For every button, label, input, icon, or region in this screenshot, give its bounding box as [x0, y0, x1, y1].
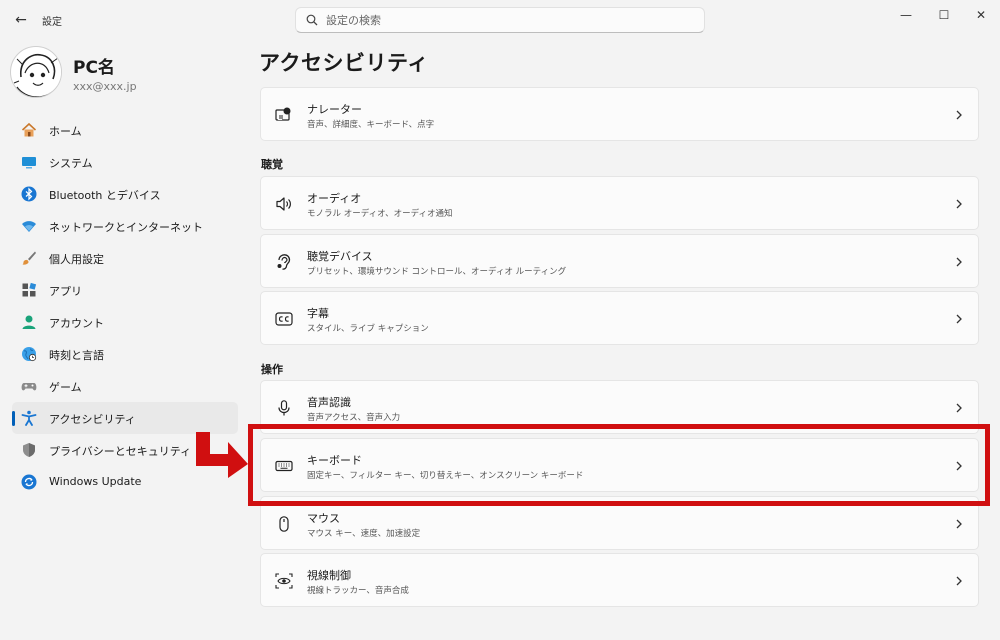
card-subtitle: 音声アクセス、音声入力: [307, 413, 401, 423]
card-subtitle: プリセット、環境サウンド コントロール、オーディオ ルーティング: [307, 267, 567, 277]
system-icon: [22, 157, 36, 169]
card-title: 音声認識: [307, 396, 351, 409]
card-title: キーボード: [307, 454, 362, 467]
wifi-icon: [22, 221, 36, 232]
sidebar-item-label: システム: [49, 157, 93, 170]
app-title: 設定: [42, 17, 62, 28]
home-icon: [21, 122, 37, 137]
chevron-right-icon: [956, 403, 962, 413]
chevron-right-icon: [956, 257, 962, 267]
sidebar-item-label: Windows Update: [49, 475, 142, 488]
gamepad-icon: [21, 383, 37, 391]
card-narrator[interactable]: ナレーター 音声、詳細度、キーボード、点字: [260, 87, 979, 141]
card-title: ナレーター: [307, 103, 362, 116]
card-title: マウス: [307, 512, 340, 525]
sidebar-item-time-language[interactable]: 時刻と言語: [12, 338, 238, 370]
card-eye-control[interactable]: 視線制御 視線トラッカー、音声合成: [260, 553, 979, 607]
chevron-right-icon: [956, 199, 962, 209]
profile-email: xxx@xxx.jp: [73, 80, 137, 93]
narrator-icon: [275, 107, 291, 121]
card-hearing-devices[interactable]: 聴覚デバイス プリセット、環境サウンド コントロール、オーディオ ルーティング: [260, 234, 979, 288]
annotation-arrow-icon: [196, 432, 248, 478]
sidebar-item-label: アカウント: [49, 317, 104, 330]
sidebar-item-label: ホーム: [49, 125, 82, 138]
section-header-interaction: 操作: [261, 363, 283, 376]
sidebar-item-personalization[interactable]: 個人用設定: [12, 242, 238, 274]
account-icon: [22, 315, 36, 329]
profile-name: PC名: [73, 58, 115, 78]
card-subtitle: 音声、詳細度、キーボード、点字: [307, 120, 435, 130]
sidebar-item-accessibility[interactable]: アクセシビリティ: [12, 402, 238, 434]
sidebar-item-apps[interactable]: アプリ: [12, 274, 238, 306]
card-title: 字幕: [307, 307, 329, 320]
chevron-right-icon: [956, 519, 962, 529]
card-mouse[interactable]: マウス マウス キー、速度、加速設定: [260, 496, 979, 550]
close-button[interactable]: ✕: [962, 4, 1000, 26]
card-subtitle: 固定キー、フィルター キー、切り替えキー、オンスクリーン キーボード: [307, 471, 584, 481]
mouse-icon: [279, 516, 289, 532]
back-button[interactable]: ←: [10, 10, 32, 30]
sidebar-item-label: アプリ: [49, 285, 82, 298]
bluetooth-icon: [21, 186, 37, 202]
globe-icon: [22, 347, 37, 362]
section-header-hearing: 聴覚: [261, 158, 283, 171]
search-icon: [306, 14, 318, 26]
card-subtitle: 視線トラッカー、音声合成: [307, 586, 409, 596]
card-title: 視線制御: [307, 569, 351, 582]
keyboard-icon: [275, 460, 293, 472]
chevron-right-icon: [956, 314, 962, 324]
sidebar-item-accounts[interactable]: アカウント: [12, 306, 238, 338]
minimize-button[interactable]: —: [887, 4, 925, 26]
card-subtitle: モノラル オーディオ、オーディオ通知: [307, 209, 453, 219]
ear-icon: [277, 254, 291, 270]
sidebar-item-system[interactable]: システム: [12, 146, 238, 178]
shield-icon: [23, 443, 35, 457]
sidebar-item-home[interactable]: ホーム: [12, 114, 238, 146]
update-icon: [21, 474, 37, 490]
card-captions[interactable]: 字幕 スタイル、ライブ キャプション: [260, 291, 979, 345]
card-subtitle: マウス キー、速度、加速設定: [307, 529, 421, 539]
sidebar-item-label: アクセシビリティ: [49, 413, 136, 426]
page-title: アクセシビリティ: [259, 51, 429, 75]
card-title: 聴覚デバイス: [307, 250, 373, 263]
active-indicator: [12, 411, 15, 426]
chevron-right-icon: [956, 110, 962, 120]
card-keyboard[interactable]: キーボード 固定キー、フィルター キー、切り替えキー、オンスクリーン キーボード: [260, 438, 979, 492]
sidebar-item-bluetooth[interactable]: Bluetooth とデバイス: [12, 178, 238, 210]
sidebar-item-label: プライバシーとセキュリティ: [49, 445, 192, 458]
card-subtitle: スタイル、ライブ キャプション: [307, 324, 429, 334]
title-bar: ← 設定 — ☐ ✕: [0, 0, 1000, 40]
search-input[interactable]: [326, 12, 686, 29]
sidebar-item-label: ネットワークとインターネット: [49, 221, 203, 234]
apps-icon: [22, 282, 37, 297]
sidebar-item-label: ゲーム: [49, 381, 82, 394]
speaker-icon: [276, 197, 291, 211]
chevron-right-icon: [956, 576, 962, 586]
card-audio[interactable]: オーディオ モノラル オーディオ、オーディオ通知: [260, 176, 979, 230]
sidebar-item-gaming[interactable]: ゲーム: [12, 370, 238, 402]
chevron-right-icon: [956, 461, 962, 471]
avatar-sketch-image: [12, 48, 61, 97]
eye-control-icon: [275, 573, 293, 589]
sidebar-item-label: 時刻と言語: [49, 349, 104, 362]
card-title: オーディオ: [307, 192, 362, 205]
maximize-button[interactable]: ☐: [925, 4, 963, 26]
sidebar-item-label: 個人用設定: [49, 253, 104, 266]
card-speech[interactable]: 音声認識 音声アクセス、音声入力: [260, 380, 979, 434]
sidebar-item-label: Bluetooth とデバイス: [49, 189, 161, 202]
sidebar-item-network[interactable]: ネットワークとインターネット: [12, 210, 238, 242]
microphone-icon: [278, 400, 290, 416]
brush-icon: [22, 251, 36, 265]
search-box[interactable]: [295, 7, 705, 33]
avatar[interactable]: [10, 46, 62, 98]
cc-icon: [275, 312, 293, 326]
accessibility-icon: [21, 410, 37, 426]
